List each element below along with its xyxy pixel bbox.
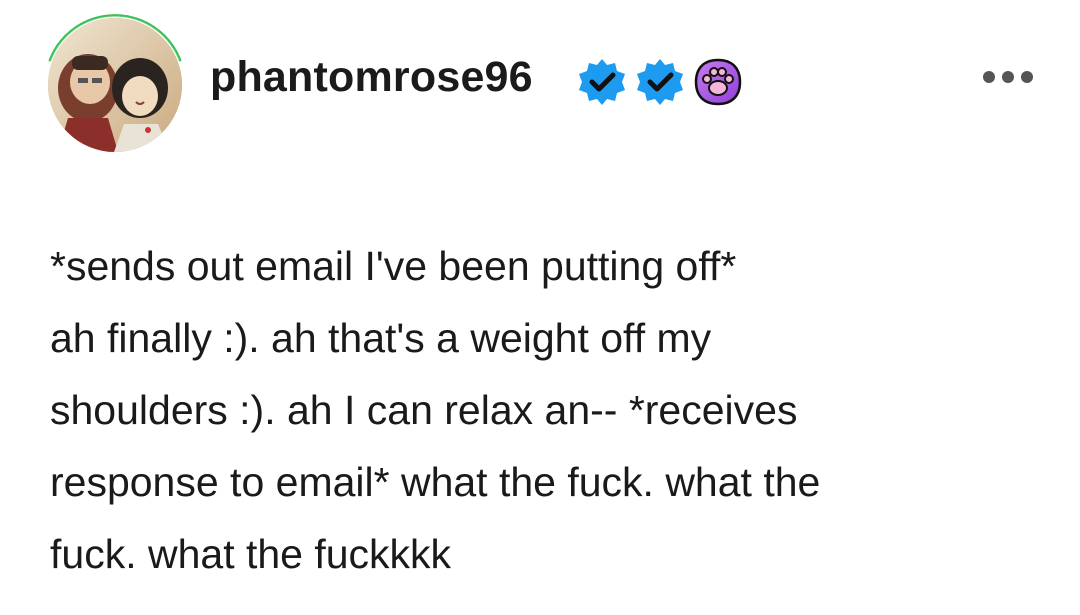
more-options-button[interactable] xyxy=(983,64,1033,90)
avatar-image xyxy=(48,18,182,152)
post-line: response to email* what the fuck. what t… xyxy=(50,459,821,505)
post-line: fuck. what the fuckkkk xyxy=(50,531,452,577)
badges xyxy=(576,56,744,108)
username[interactable]: phantomrose96 xyxy=(210,56,533,99)
avatar[interactable] xyxy=(48,18,182,152)
verified-check-icon[interactable] xyxy=(634,56,686,108)
ellipsis-icon-dot xyxy=(1021,71,1033,83)
post-card: phantomrose96 *sends out email I've been… xyxy=(0,0,1080,615)
paw-print-icon[interactable] xyxy=(692,56,744,108)
post-line: ah finally :). ah that's a weight off my xyxy=(50,315,712,361)
post-line: *sends out email I've been putting off* xyxy=(50,243,737,289)
verified-check-icon[interactable] xyxy=(576,56,628,108)
post-line: shoulders :). ah I can relax an-- *recei… xyxy=(50,387,798,433)
post-body: *sends out email I've been putting off* … xyxy=(50,230,1040,590)
ellipsis-icon-dot xyxy=(1002,71,1014,83)
ellipsis-icon-dot xyxy=(983,71,995,83)
